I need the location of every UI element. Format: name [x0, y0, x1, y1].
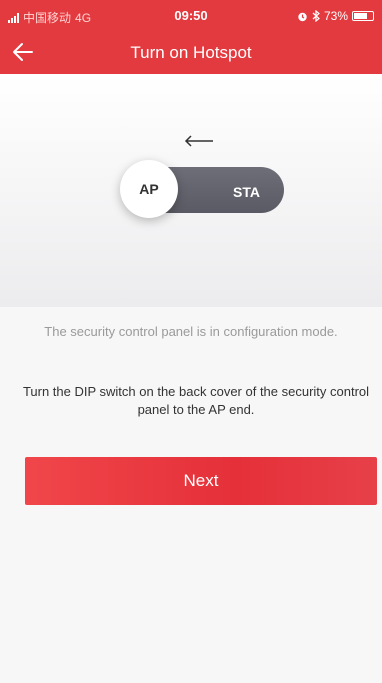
left-arrow-icon — [184, 135, 213, 147]
battery-icon — [352, 11, 374, 21]
next-button[interactable]: Next — [25, 457, 377, 505]
mode-status-text: The security control panel is in configu… — [44, 324, 338, 339]
instruction-text: Turn the DIP switch on the back cover of… — [22, 384, 370, 417]
status-bar: 中国移动 4G 09:50 73% — [0, 0, 382, 30]
bluetooth-icon — [312, 10, 320, 22]
switch-knob-ap: AP — [120, 160, 178, 218]
switch-ap-label: AP — [139, 181, 159, 197]
page-title: Turn on Hotspot — [130, 43, 252, 62]
status-right: 73% — [297, 9, 374, 23]
switch-sta-label: STA — [233, 184, 260, 200]
battery-percent: 73% — [323, 9, 348, 23]
alarm-icon — [298, 12, 307, 21]
nav-bar: Turn on Hotspot — [0, 30, 382, 74]
